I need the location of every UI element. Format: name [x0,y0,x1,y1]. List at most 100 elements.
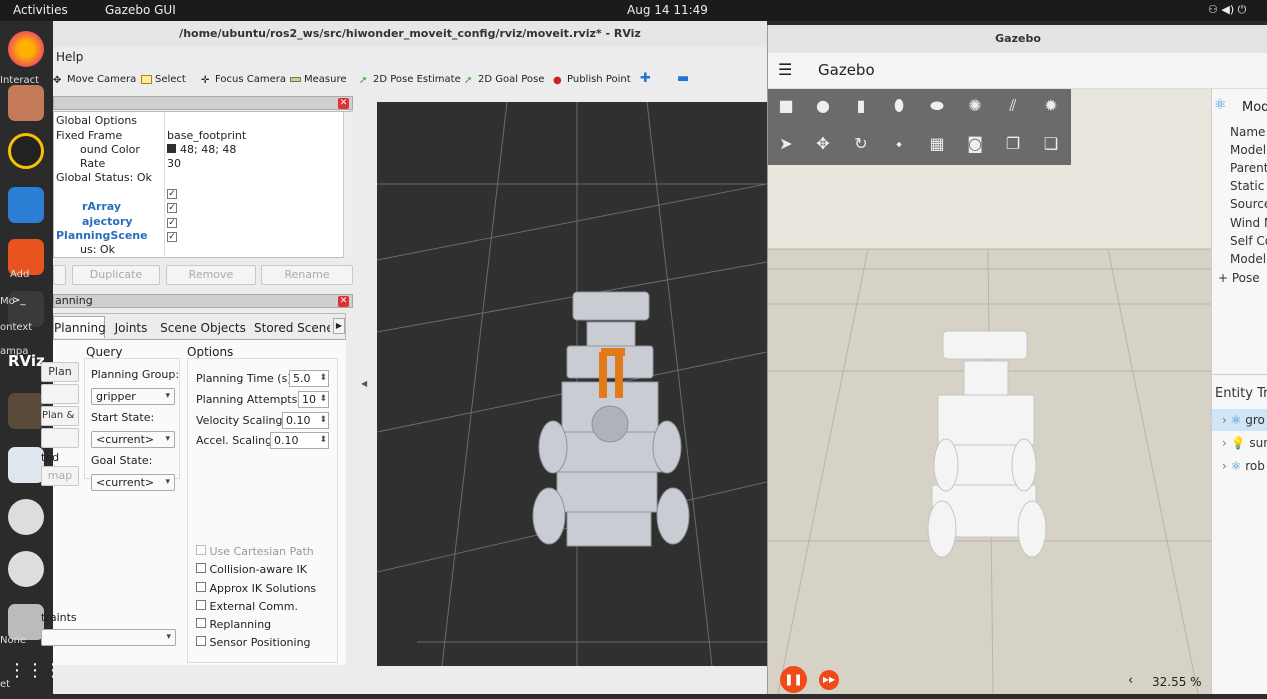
tray-icons[interactable]: ⚇ ◀) ⏻ [1208,3,1246,17]
add-display-button[interactable] [53,265,66,285]
tab-planning[interactable]: Planning [53,316,106,338]
rotate-mode-icon[interactable]: ↻ [850,133,872,155]
select-mode-icon[interactable]: ➤ [775,133,797,155]
capsule-icon[interactable]: ⬮ [888,95,910,117]
rhythmbox-icon[interactable] [8,133,44,169]
checkbox[interactable]: ✓ [167,215,177,228]
point-light-icon[interactable]: ✺ [964,95,986,117]
checkbox[interactable]: ✓ [167,229,177,242]
planning-time-input[interactable]: 5.0 [289,370,329,387]
frame-rate-value[interactable]: 30 [167,157,181,170]
tab-stored-scenes[interactable]: Stored Scene [254,318,330,338]
hamburger-menu-icon[interactable]: ☰ [778,60,792,79]
sensor-positioning-checkbox[interactable]: Sensor Positioning [196,636,311,649]
start-state-select[interactable]: <current> [91,431,175,448]
entity-ground[interactable]: › ⚛ gro [1222,413,1265,427]
close-icon[interactable]: ✕ [338,296,349,307]
close-icon[interactable]: ✕ [338,98,349,109]
directional-light-icon[interactable]: ⫽ [1002,95,1024,117]
planning-attempts-input[interactable]: 10 [298,391,329,408]
app-menu[interactable]: Gazebo GUI [105,3,176,17]
duplicate-button[interactable]: Duplicate [72,265,160,285]
gazebo-3d-scene[interactable]: ❚❚ ▶▶ ‹ 32.55 % [768,89,1211,694]
clear-octomap-button[interactable]: map [41,466,79,486]
copy-icon[interactable]: ❐ [1002,133,1024,155]
menu-bar: Help [53,47,767,67]
replanning-checkbox[interactable]: Replanning [196,618,271,631]
spot-light-icon[interactable]: ✹ [1040,95,1062,117]
velocity-scaling-input[interactable]: 0.10 [282,412,329,429]
step-button[interactable]: ▶▶ [819,670,839,690]
ellipsoid-icon[interactable]: ⬬ [926,95,948,117]
move-camera-tool[interactable]: ✥ Move Camera [53,74,136,86]
transform-control-icon[interactable]: ⬩ [888,133,910,155]
tab-scroll-right[interactable]: ▶ [333,318,345,334]
zoom-collapse-arrow[interactable]: ‹ [1128,673,1133,688]
motion-planning-panel: Planning Joints Scene Objects Stored Sce… [41,313,346,665]
pose-estimate-tool[interactable]: ➚ 2D Pose Estimate [359,74,461,86]
planning-time-label: Planning Time (s): [196,372,296,385]
constraints-select[interactable] [41,629,176,646]
activities-button[interactable]: Activities [13,3,68,17]
approx-ik-checkbox[interactable]: Approx IK Solutions [196,582,316,595]
global-options[interactable]: Global Options [56,114,137,127]
files-icon[interactable] [8,85,44,121]
entity-sun[interactable]: › 💡 sun [1222,436,1267,450]
clock[interactable]: Aug 14 11:49 [627,3,708,17]
text-editor-icon[interactable] [8,447,44,483]
planning-scene-display[interactable]: PlanningScene [56,229,148,242]
paste-icon[interactable]: ❑ [1040,133,1062,155]
measure-tool[interactable]: Measure [290,74,347,85]
background-color-value[interactable]: 48; 48; 48 [167,143,236,156]
plan-button[interactable]: Plan [41,362,79,382]
dvd-icon[interactable] [8,499,44,535]
stop-button[interactable] [41,428,79,448]
window-title: /home/ubuntu/ros2_ws/src/hiwonder_moveit… [53,21,767,47]
pose-expander[interactable]: + Pose [1218,271,1260,285]
entity-robot[interactable]: › ⚛ rob [1222,459,1265,473]
panel-splitter-handle[interactable]: ◀ [361,379,367,388]
dock-label: Interact [0,75,40,86]
checkbox[interactable]: ✓ [167,186,177,199]
select-tool[interactable]: Select [141,74,186,85]
menu-help[interactable]: Help [56,50,83,64]
focus-camera-tool[interactable]: ✛ Focus Camera [201,74,286,86]
fixed-frame-value[interactable]: base_footprint [167,129,246,142]
planning-group-select[interactable]: gripper [91,388,175,405]
marker-array-display[interactable]: rArray [82,200,121,213]
box-icon[interactable]: ■ [775,95,797,117]
gazebo-icon[interactable] [8,393,44,429]
scrollbar[interactable] [343,112,353,258]
cylinder-icon[interactable]: ▮ [850,95,872,117]
remove-button[interactable]: Remove [166,265,256,285]
collision-ik-checkbox[interactable]: Collision-aware IK [196,563,307,576]
sphere-icon[interactable]: ● [812,95,834,117]
dvd-icon[interactable] [8,551,44,587]
goal-pose-tool[interactable]: ➚ 2D Goal Pose [464,74,544,86]
firefox-icon[interactable] [8,31,44,67]
goal-state-select[interactable]: <current> [91,474,175,491]
plan-execute-button[interactable]: Plan & Execute [41,406,79,426]
tab-scene-objects[interactable]: Scene Objects [159,318,247,338]
writer-icon[interactable] [8,187,44,223]
translate-mode-icon[interactable]: ✥ [812,133,834,155]
trajectory-display[interactable]: ajectory [82,215,133,228]
execute-button[interactable] [41,384,79,404]
accel-scaling-input[interactable]: 0.10 [270,432,329,449]
app-grid-icon[interactable]: ⋮⋮⋮ [8,653,62,689]
add-tool-button[interactable]: ✚ [640,71,651,86]
publish-point-tool[interactable]: ● Publish Point [553,74,631,86]
camera-icon[interactable]: ◙ [964,133,986,155]
use-cartesian-checkbox[interactable]: Use Cartesian Path [196,545,314,558]
rename-button[interactable]: Rename [261,265,353,285]
pause-button[interactable]: ❚❚ [780,666,807,693]
tab-joints[interactable]: Joints [109,318,153,338]
external-comm-checkbox[interactable]: External Comm. [196,600,298,613]
rviz-3d-viewport[interactable] [377,102,767,666]
checkbox[interactable]: ✓ [167,200,177,213]
property-label: Name [1230,125,1266,139]
snap-grid-icon[interactable]: ▦ [926,133,948,155]
property-label: Self Co [1230,234,1267,248]
remove-tool-button[interactable]: ▬ [677,71,689,86]
motion-planning-header: anning ✕ [53,294,353,308]
